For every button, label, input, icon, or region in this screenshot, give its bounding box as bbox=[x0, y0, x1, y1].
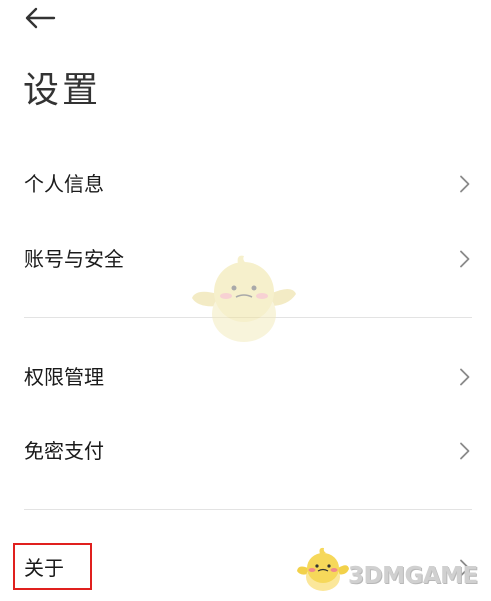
highlight-box bbox=[13, 543, 92, 590]
chevron-right-icon bbox=[458, 175, 472, 193]
chevron-right-icon bbox=[458, 442, 472, 460]
menu-item-password-free-payment[interactable]: 免密支付 bbox=[0, 423, 491, 479]
menu-item-account-security[interactable]: 账号与安全 bbox=[0, 231, 491, 287]
chevron-right-icon bbox=[458, 368, 472, 386]
watermark-logo-text: 3DMGAME bbox=[348, 563, 478, 589]
menu-item-label: 账号与安全 bbox=[24, 247, 124, 271]
menu-item-label: 免密支付 bbox=[24, 439, 104, 463]
back-button[interactable] bbox=[22, 4, 62, 32]
group-divider bbox=[24, 509, 472, 510]
page-title: 设置 bbox=[23, 70, 102, 111]
menu-item-permission-management[interactable]: 权限管理 bbox=[0, 349, 491, 405]
menu-item-personal-info[interactable]: 个人信息 bbox=[0, 156, 491, 212]
menu-item-label: 个人信息 bbox=[24, 172, 104, 196]
group-divider bbox=[24, 317, 472, 318]
menu-item-label: 权限管理 bbox=[24, 365, 104, 389]
arrow-left-icon bbox=[25, 7, 56, 29]
chevron-right-icon bbox=[458, 250, 472, 268]
